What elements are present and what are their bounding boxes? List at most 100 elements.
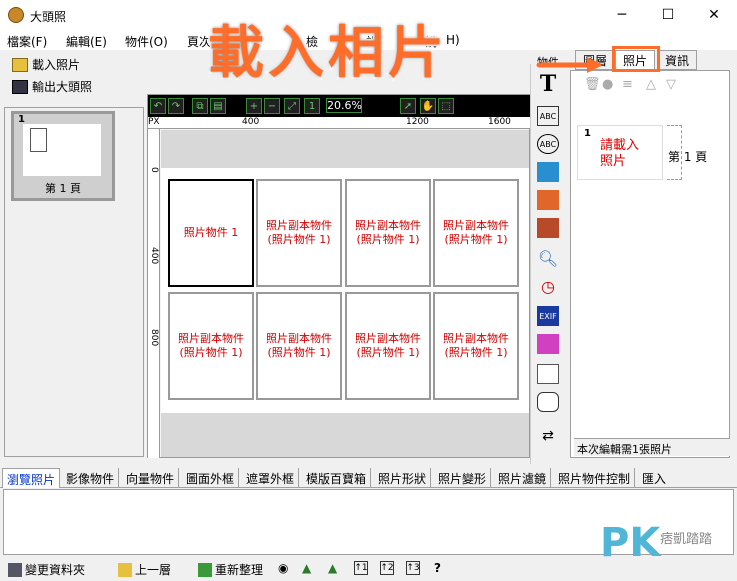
- refresh-icon: [198, 562, 212, 577]
- list-icon[interactable]: ≡: [622, 77, 633, 92]
- minimize-button[interactable]: ─: [599, 0, 645, 30]
- text-box-tool-icon[interactable]: ABC: [537, 106, 559, 126]
- image-tool-icon[interactable]: [537, 162, 559, 182]
- ruler-tick-label: 1600: [488, 117, 511, 127]
- ruler-tick-label: 800: [149, 329, 159, 347]
- photo-copy-object[interactable]: 照片副本物件 (照片物件 1): [433, 179, 519, 287]
- left-toolbar: 載入照片 輸出大頭照: [0, 52, 143, 102]
- tab-photo-transform[interactable]: 照片變形: [434, 468, 492, 488]
- export-label: 輸出大頭照: [32, 80, 93, 94]
- speech-bubble-tool-icon[interactable]: [537, 392, 559, 412]
- slot-number: 1: [584, 128, 591, 139]
- tab-import[interactable]: 匯入: [638, 468, 670, 488]
- photo-panel-toolbar: 🗑︎ ● ≡ △ ▽: [576, 77, 726, 97]
- load-photo-button[interactable]: 載入照片: [12, 56, 80, 73]
- save-disk-icon: [12, 79, 28, 94]
- change-folder-label: 變更資料夾: [25, 563, 86, 577]
- magnifier-tool-icon[interactable]: 🔍︎: [537, 248, 559, 268]
- export-button[interactable]: 輸出大頭照: [12, 78, 92, 95]
- menu-file[interactable]: 檔案(F): [7, 33, 47, 50]
- refresh-button[interactable]: 重新整理: [198, 561, 263, 578]
- ruler-tick-label: 400: [242, 117, 260, 127]
- page-thumbnail-panel: 1 第 1 頁: [4, 107, 144, 457]
- tab-highlight-box: [612, 46, 660, 72]
- ruler-tick-label: 1200: [406, 117, 429, 127]
- folder-open-icon: [12, 57, 28, 72]
- ruler-tick-label: 0: [149, 167, 159, 173]
- print-sheet: 照片物件 1 照片副本物件 (照片物件 1) 照片副本物件 (照片物件 1) 照…: [161, 168, 529, 413]
- zoom-in-icon[interactable]: +: [246, 98, 262, 114]
- paste-icon[interactable]: ▤: [210, 98, 226, 114]
- tab-frames[interactable]: 圖面外框: [182, 468, 240, 488]
- tab-photo-filter[interactable]: 照片濾鏡: [494, 468, 552, 488]
- photo-copy-object[interactable]: 照片副本物件 (照片物件 1): [345, 292, 431, 400]
- menu-help-key: H): [446, 33, 460, 47]
- arrows-tool-icon[interactable]: ⇄: [537, 426, 559, 446]
- view-2-icon[interactable]: ↑2: [380, 561, 394, 575]
- tab-photo-shape[interactable]: 照片形狀: [374, 468, 432, 488]
- tab-mask-frames[interactable]: 遮罩外框: [242, 468, 300, 488]
- load-photo-label: 載入照片: [32, 58, 81, 72]
- thumbnail-number: 1: [18, 114, 25, 125]
- menu-edit[interactable]: 編輯(E): [66, 33, 107, 50]
- undo-icon[interactable]: ↶: [150, 98, 166, 114]
- redo-icon[interactable]: ↷: [168, 98, 184, 114]
- disk-icon[interactable]: ●: [602, 77, 613, 92]
- pointer-icon[interactable]: ➚: [400, 98, 416, 114]
- bottom-tab-bar: 瀏覽照片 影像物件 向量物件 圖面外框 遮罩外框 模版百寶箱 照片形狀 照片變形…: [0, 466, 737, 488]
- text-circle-tool-icon[interactable]: ABC: [537, 134, 559, 154]
- clock-tool-icon[interactable]: ◷: [537, 276, 559, 296]
- tab-browse-photos[interactable]: 瀏覽照片: [2, 468, 61, 488]
- zoom-out-icon[interactable]: −: [264, 98, 280, 114]
- close-button[interactable]: ✕: [691, 0, 737, 30]
- calendar-tool-icon[interactable]: [537, 364, 559, 384]
- page-thumbnail[interactable]: 1 第 1 頁: [11, 111, 115, 201]
- delete-icon[interactable]: 🗑︎: [584, 77, 601, 92]
- vertical-ruler: 0 400 800: [148, 129, 160, 458]
- select-icon[interactable]: ⬚: [438, 98, 454, 114]
- photo-copy-object[interactable]: 照片副本物件 (照片物件 1): [256, 292, 342, 400]
- tab-photo-control[interactable]: 照片物件控制: [554, 468, 636, 488]
- refresh-label: 重新整理: [215, 563, 264, 577]
- object-tool-column: 物件 T ABC ABC 🔍︎ ◷ EXIF ⇄: [530, 56, 564, 464]
- tab-info[interactable]: 資訊: [657, 50, 697, 70]
- up-arrow-icon[interactable]: △: [646, 77, 656, 92]
- multi-photo-tool-icon[interactable]: [537, 218, 559, 238]
- tab-templates[interactable]: 模版百寶箱: [302, 468, 372, 488]
- fit-icon[interactable]: ⤢: [284, 98, 300, 114]
- help-icon[interactable]: ?: [434, 561, 441, 575]
- sort-icon[interactable]: ▲: [302, 561, 311, 575]
- view-3-icon[interactable]: ↑3: [406, 561, 420, 575]
- photo-requirement-status: 本次編輯需1張照片: [574, 438, 730, 456]
- load-photo-slot[interactable]: 1 請載入 照片: [577, 125, 663, 180]
- slot-prompt: 請載入 照片: [600, 138, 640, 169]
- photo-copy-object[interactable]: 照片副本物件 (照片物件 1): [345, 179, 431, 287]
- photo-object[interactable]: 照片物件 1: [168, 179, 254, 287]
- maximize-button[interactable]: ☐: [645, 0, 691, 30]
- zoom-level[interactable]: 20.6%: [326, 98, 362, 113]
- hand-icon[interactable]: ✋: [420, 98, 436, 114]
- parent-folder-label: 上一層: [135, 563, 172, 577]
- photo-copy-object[interactable]: 照片副本物件 (照片物件 1): [168, 292, 254, 400]
- photo-tool-icon[interactable]: [537, 190, 559, 210]
- eye-icon[interactable]: ◉: [278, 561, 288, 575]
- watermark-text: 痞凱踏踏: [660, 532, 713, 547]
- cake-tool-icon[interactable]: [537, 334, 559, 354]
- parent-folder-button[interactable]: 上一層: [118, 561, 171, 578]
- watermark-logo: PK: [600, 520, 661, 566]
- copy-icon[interactable]: ⧉: [192, 98, 208, 114]
- horizontal-ruler: PX 400 1200 1600: [148, 117, 530, 129]
- sort-desc-icon[interactable]: ▲: [328, 561, 337, 575]
- exif-tool-icon[interactable]: EXIF: [537, 306, 559, 326]
- thumbnail-photo-frame: [30, 128, 47, 152]
- photo-copy-object[interactable]: 照片副本物件 (照片物件 1): [433, 292, 519, 400]
- down-arrow-icon[interactable]: ▽: [666, 77, 676, 92]
- tab-image-objects[interactable]: 影像物件: [62, 468, 120, 488]
- view-1-icon[interactable]: ↑1: [354, 561, 368, 575]
- change-folder-button[interactable]: 變更資料夾: [8, 561, 85, 578]
- menu-object[interactable]: 物件(O): [125, 33, 168, 50]
- actual-size-icon[interactable]: 1: [304, 98, 320, 114]
- text-tool-icon[interactable]: T: [537, 71, 559, 97]
- photo-copy-object[interactable]: 照片副本物件 (照片物件 1): [256, 179, 342, 287]
- tab-vector-objects[interactable]: 向量物件: [122, 468, 180, 488]
